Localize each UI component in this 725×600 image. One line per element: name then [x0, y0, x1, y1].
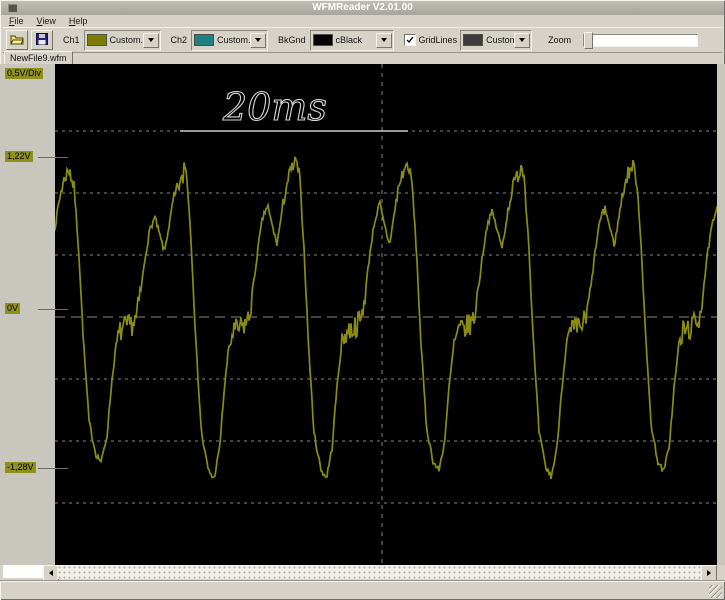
chevron-down-icon[interactable]	[142, 32, 159, 48]
ch1-color-value: Custom...	[109, 35, 143, 45]
axis-tick	[38, 157, 68, 158]
horizontal-scrollbar[interactable]	[0, 565, 725, 581]
time-annotation: 20ms	[222, 85, 327, 129]
window-title: WFMReader V2.01.00	[312, 2, 413, 13]
scroll-right-button[interactable]	[701, 565, 717, 581]
axis-label: -1,28V	[5, 462, 36, 473]
checkmark-icon	[406, 36, 414, 44]
waveform-trace	[55, 156, 717, 479]
menu-view[interactable]: View	[37, 16, 56, 26]
ch2-color-swatch	[194, 34, 215, 46]
ch1-label: Ch1	[63, 35, 80, 45]
floppy-save-icon	[36, 33, 48, 47]
gridlines-checkbox[interactable]	[403, 34, 416, 46]
titlebar[interactable]: WFMReader V2.01.00	[1, 1, 724, 15]
app-window: WFMReader V2.01.00 File View Help Ch1 Cu…	[0, 0, 725, 600]
axis-tick	[38, 309, 68, 310]
ch2-color-value: Custom...	[217, 35, 250, 45]
gridlines-color-swatch	[463, 34, 484, 46]
bkgnd-label: BkGnd	[278, 35, 306, 45]
open-folder-icon	[10, 34, 24, 47]
bkgnd-color-value: cBlack	[335, 35, 363, 45]
tab-newfile9[interactable]: NewFile9.wfm	[4, 51, 73, 65]
ch2-label: Ch2	[170, 35, 188, 45]
zoom-label: Zoom	[548, 35, 572, 45]
scrollbar-track[interactable]	[57, 565, 701, 579]
chevron-down-icon[interactable]	[514, 32, 531, 48]
gridlines-color-value: Custom..	[486, 35, 515, 45]
ch1-color-swatch	[86, 34, 107, 46]
app-icon	[8, 4, 17, 12]
axis-tick	[38, 468, 68, 469]
waveform-view: 20ms 0,5V/Div 1,22V 0V -1,28V	[0, 64, 725, 565]
axis-label: 0V	[5, 303, 21, 314]
bkgnd-color-combobox[interactable]: cBlack	[309, 29, 394, 51]
save-file-button[interactable]	[31, 30, 53, 50]
menu-file[interactable]: File	[9, 16, 24, 26]
axis-label: 1,22V	[5, 151, 33, 162]
scrollbar-corner-panel	[3, 565, 43, 578]
ch2-color-combobox[interactable]: Custom...	[191, 29, 269, 51]
menubar: File View Help	[3, 15, 725, 27]
tabbar: NewFile9.wfm	[3, 51, 722, 65]
triangle-right-icon	[707, 570, 711, 576]
open-file-button[interactable]	[6, 30, 28, 50]
gridlines-label: GridLines	[418, 35, 458, 45]
resize-grip[interactable]	[709, 585, 722, 598]
oscilloscope-plot: 20ms	[55, 64, 717, 565]
statusbar	[0, 580, 725, 600]
bkgnd-color-swatch	[312, 34, 333, 46]
triangle-left-icon	[49, 570, 53, 576]
toolbar: Ch1 Custom... Ch2 Custom... BkGnd cBlack…	[3, 27, 722, 53]
chevron-down-icon[interactable]	[375, 32, 392, 48]
ch1-color-combobox[interactable]: Custom...	[83, 29, 161, 51]
menu-help[interactable]: Help	[69, 16, 88, 26]
axis-label: 0,5V/Div	[5, 68, 44, 79]
zoom-slider-thumb[interactable]	[584, 31, 594, 49]
gridlines-color-combobox[interactable]: Custom..	[460, 29, 533, 51]
zoom-slider[interactable]	[583, 31, 699, 49]
chevron-down-icon[interactable]	[250, 32, 267, 48]
